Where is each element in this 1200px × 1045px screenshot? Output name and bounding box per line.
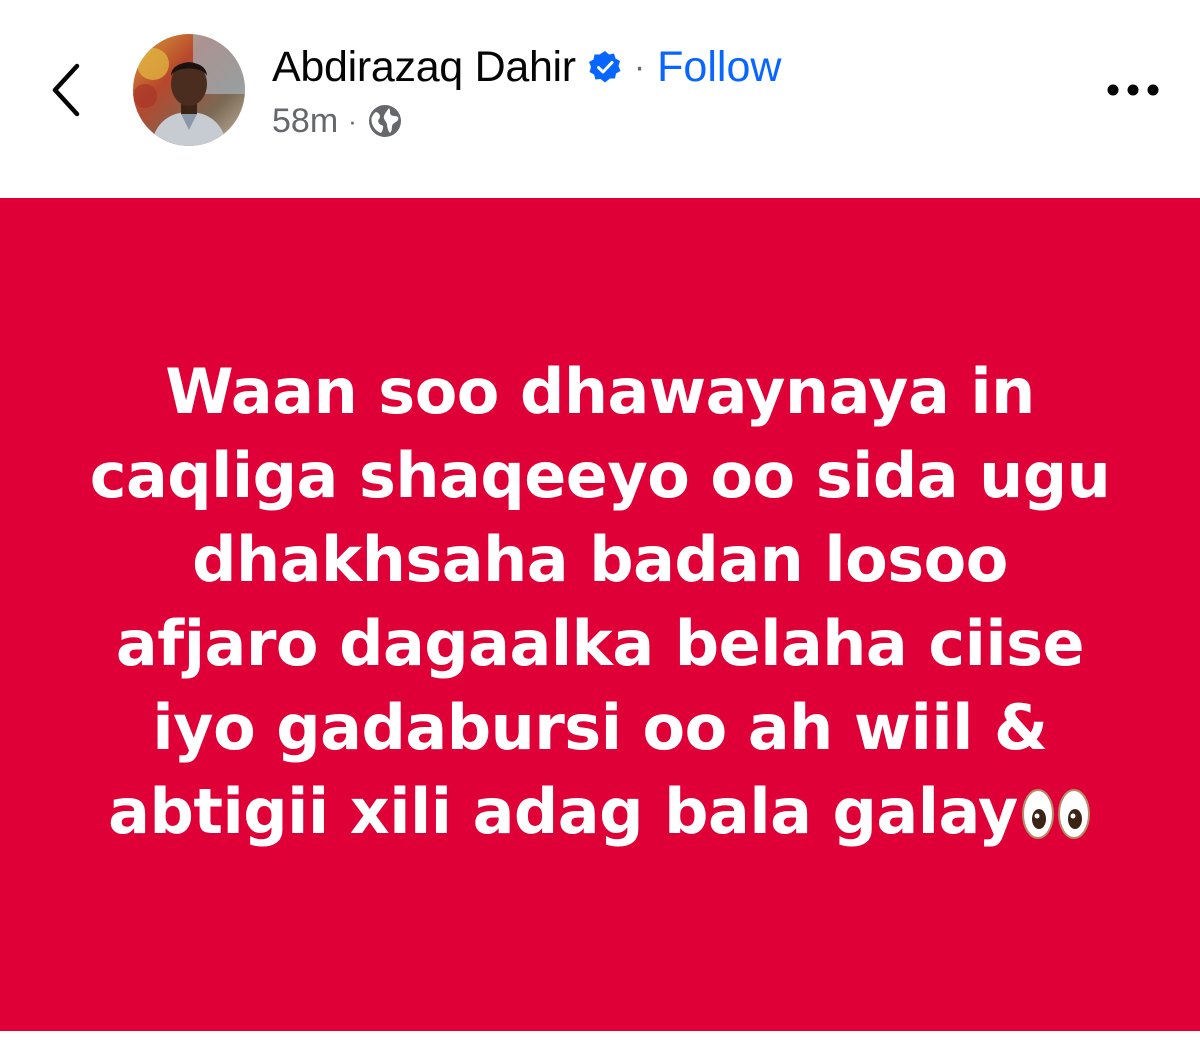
- globe-icon[interactable]: [367, 103, 403, 139]
- post-text-line: caqliga shaqeeyo oo sida ugu: [89, 438, 1111, 512]
- follow-button[interactable]: Follow: [657, 43, 781, 92]
- verified-badge-icon: [588, 50, 622, 84]
- chevron-left-icon: [52, 63, 80, 117]
- author-follow-separator: ·: [633, 47, 646, 86]
- post-text: Waan soo dhawaynaya in caqliga shaqeeyo …: [50, 350, 1150, 854]
- post-header: Abdirazaq Dahir · Follow 58m ·: [0, 0, 1200, 198]
- text-post-card[interactable]: Waan soo dhawaynaya in caqliga shaqeeyo …: [0, 198, 1200, 1031]
- back-button[interactable]: [38, 58, 94, 122]
- meta-separator: ·: [348, 105, 357, 136]
- post-text-last-line: abtigii xili adag bala galay: [50, 770, 1150, 854]
- avatar-photo: [133, 34, 245, 146]
- post-text-line: iyo gadabursi oo ah wiil &: [152, 690, 1048, 764]
- post-text-line: abtigii xili adag bala galay: [108, 774, 1018, 848]
- eyes-emoji-icon: [1020, 787, 1092, 841]
- post-text-line: afjaro dagaalka belaha ciise: [115, 606, 1085, 680]
- post-timestamp[interactable]: 58m: [272, 102, 338, 141]
- author-name[interactable]: Abdirazaq Dahir: [272, 43, 576, 92]
- author-avatar[interactable]: [133, 34, 245, 146]
- post-text-line: dhakhsaha badan losoo: [192, 522, 1008, 596]
- post-meta: 58m ·: [272, 97, 403, 145]
- footer-strip: [0, 1031, 1200, 1045]
- post-text-line: Waan soo dhawaynaya in: [165, 354, 1035, 428]
- more-horizontal-icon: [1107, 84, 1159, 96]
- author-row: Abdirazaq Dahir · Follow: [272, 38, 781, 96]
- more-options-button[interactable]: [1098, 66, 1168, 114]
